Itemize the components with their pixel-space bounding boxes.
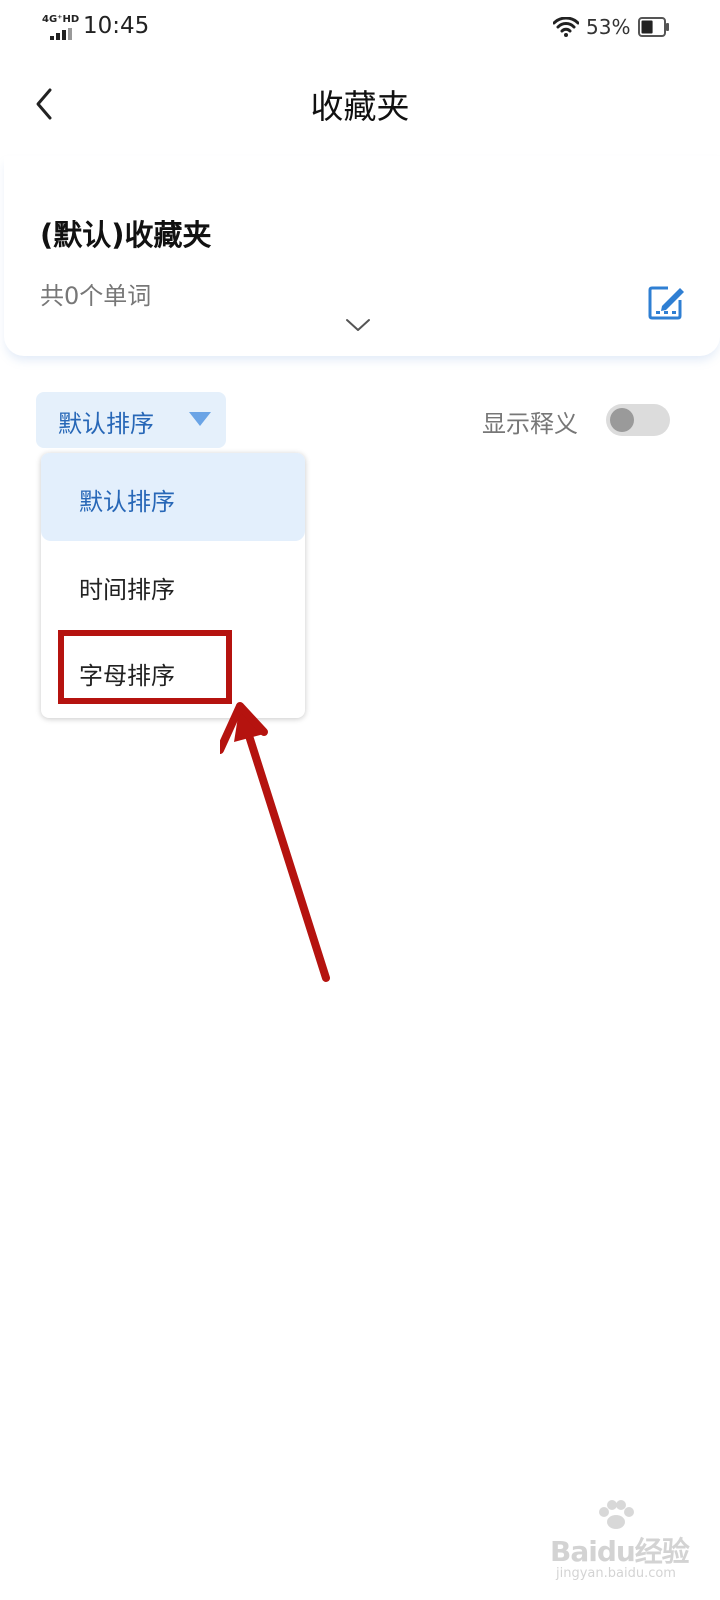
watermark-brand: Baidu经验 [550,1535,690,1568]
network-type: 4G⁺HD [42,14,80,25]
show-meaning-label: 显示释义 [482,410,578,438]
cellular-signal-icon: 4G⁺HD [42,14,80,40]
watermark-url: jingyan.baidu.com [556,1566,676,1581]
annotation-arrow [220,702,330,982]
edit-icon[interactable] [646,282,686,322]
clock: 10:45 [83,13,150,39]
sort-dropdown-label: 默认排序 [58,410,154,438]
battery-icon [638,17,669,37]
toggle-knob [610,408,634,432]
sort-option-label: 时间排序 [79,576,175,604]
sort-option-default[interactable]: 默认排序 [41,453,305,541]
status-bar: 4G⁺HD 10:45 53% [0,0,720,56]
caret-down-icon [189,412,211,426]
battery-percent: 53% [586,15,631,39]
folder-card[interactable]: (默认)收藏夹 共0个单词 [4,156,720,356]
folder-name: (默认)收藏夹 [40,218,212,252]
page-title: 收藏夹 [310,87,410,126]
sort-option-time[interactable]: 时间排序 [41,541,305,629]
wifi-icon [553,17,579,37]
sort-dropdown[interactable]: 默认排序 [36,392,226,448]
sort-option-label: 默认排序 [79,488,175,516]
paw-icon [599,1500,634,1529]
show-meaning-toggle[interactable] [606,404,670,436]
annotation-highlight-box [58,630,232,704]
chevron-down-icon[interactable] [345,318,371,332]
word-count: 共0个单词 [40,282,152,310]
watermark: Baidu经验 jingyan.baidu.com [548,1500,698,1590]
